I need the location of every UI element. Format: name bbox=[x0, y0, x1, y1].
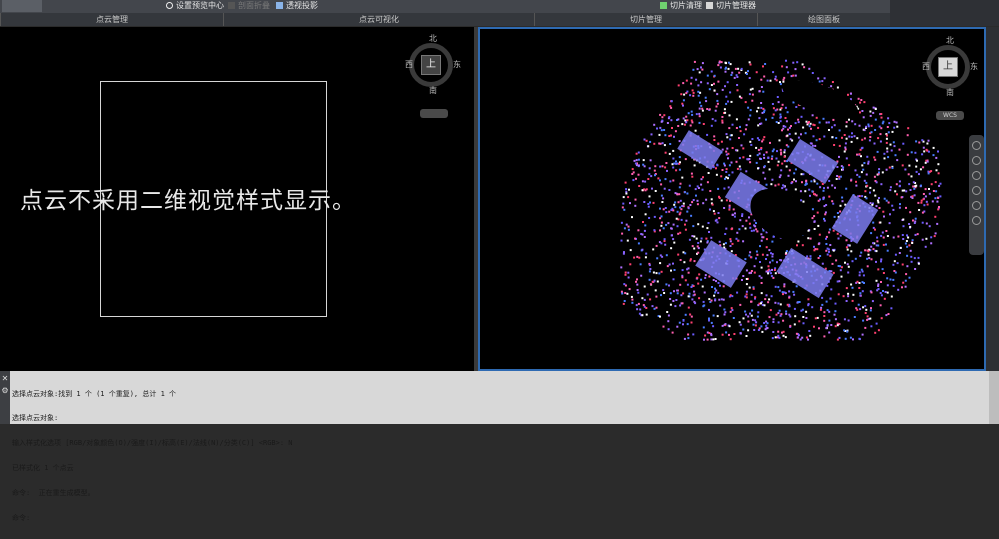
left-viewport[interactable]: 点云不采用二维视觉样式显示。 北 南 西 东 上 bbox=[0, 27, 474, 371]
command-line: 已样式化 1 个点云 bbox=[12, 464, 74, 473]
orbit-icon[interactable] bbox=[972, 186, 981, 195]
east-label-right[interactable]: 东 bbox=[970, 61, 978, 72]
command-line: 选择点云对象: bbox=[12, 414, 59, 423]
panel-title-cloud-visual[interactable]: 点云可视化 bbox=[223, 13, 534, 26]
wcs-menu-right[interactable]: WCS bbox=[936, 111, 964, 120]
section-icon bbox=[228, 2, 235, 9]
ribbon-button-row bbox=[0, 0, 999, 13]
close-icon[interactable]: ✕ bbox=[0, 374, 10, 383]
projection-icon bbox=[276, 2, 283, 9]
north-label-right[interactable]: 北 bbox=[946, 35, 954, 46]
visual-style-message: 点云不采用二维视觉样式显示。 bbox=[20, 188, 356, 214]
palette-strip[interactable] bbox=[986, 27, 999, 371]
west-label-right[interactable]: 西 bbox=[922, 61, 930, 72]
gear-icon bbox=[166, 2, 173, 9]
command-line: 输入样式化选项 [RGB/对象颜色(O)/强度(I)/标高(E)/法线(N)/分… bbox=[12, 439, 293, 448]
disabled-tool-button: 剖面折叠 bbox=[228, 0, 270, 12]
panel-title-drawing[interactable]: 绘图面板 bbox=[757, 13, 890, 26]
right-viewport[interactable]: 北 南 西 东 上 WCS bbox=[478, 27, 986, 371]
zoom-icon[interactable] bbox=[972, 171, 981, 180]
extents-icon[interactable] bbox=[972, 216, 981, 225]
showmotion-icon[interactable] bbox=[972, 201, 981, 210]
command-window[interactable]: ✕ ⚙ 选择点云对象:找到 1 个 (1 个重复), 总计 1 个 选择点云对象… bbox=[0, 371, 999, 522]
command-scrollbar[interactable] bbox=[989, 371, 999, 424]
slice-manager-button[interactable]: 切片管理器 bbox=[706, 0, 756, 12]
customize-icon[interactable]: ⚙ bbox=[0, 386, 10, 395]
preview-center-button[interactable]: 设置预览中心 bbox=[166, 0, 224, 12]
cloud-manage-button[interactable] bbox=[2, 0, 42, 12]
north-label[interactable]: 北 bbox=[429, 33, 437, 44]
top-face-right[interactable]: 上 bbox=[938, 57, 958, 77]
command-window-handle[interactable]: ✕ ⚙ bbox=[0, 371, 10, 424]
viewcube[interactable]: 北 南 西 东 上 bbox=[405, 33, 461, 96]
slice-clean-button[interactable]: 切片清理 bbox=[660, 0, 702, 12]
slice-clean-label: 切片清理 bbox=[670, 1, 702, 10]
south-label-right[interactable]: 南 bbox=[946, 87, 954, 98]
top-face[interactable]: 上 bbox=[421, 55, 441, 75]
slice-clean-icon bbox=[660, 2, 667, 9]
steering-wheel-icon[interactable] bbox=[972, 141, 981, 150]
command-history: 选择点云对象:找到 1 个 (1 个重复), 总计 1 个 选择点云对象: 输入… bbox=[12, 373, 293, 539]
perspective-button[interactable]: 透视投影 bbox=[276, 0, 318, 12]
command-line: 命令: 正在重生成模型。 bbox=[12, 489, 95, 498]
panel-title-cloud-manage[interactable]: 点云管理 bbox=[0, 13, 223, 26]
wcs-menu[interactable] bbox=[420, 109, 448, 118]
pan-icon[interactable] bbox=[972, 156, 981, 165]
preview-center-label: 设置预览中心 bbox=[176, 1, 224, 10]
point-cloud bbox=[620, 59, 942, 341]
disabled-tool-label: 剖面折叠 bbox=[238, 1, 270, 10]
panel-title-slice-manage[interactable]: 切片管理 bbox=[534, 13, 757, 26]
east-label[interactable]: 东 bbox=[453, 59, 461, 70]
west-label[interactable]: 西 bbox=[405, 59, 413, 70]
ribbon-end bbox=[890, 0, 999, 26]
ribbon: 设置预览中心 剖面折叠 透视投影 切片清理 切片管理器 点云管理 点云可视化 切… bbox=[0, 0, 999, 26]
command-line: 选择点云对象:找到 1 个 (1 个重复), 总计 1 个 bbox=[12, 389, 177, 398]
south-label[interactable]: 南 bbox=[429, 85, 437, 96]
command-line: 命令: bbox=[12, 514, 31, 523]
slice-manager-label: 切片管理器 bbox=[716, 1, 756, 10]
slice-manager-icon bbox=[706, 2, 713, 9]
perspective-label: 透视投影 bbox=[286, 1, 318, 10]
navigation-bar[interactable] bbox=[969, 135, 984, 255]
viewcube-right[interactable]: 北 南 西 东 上 bbox=[922, 35, 978, 98]
